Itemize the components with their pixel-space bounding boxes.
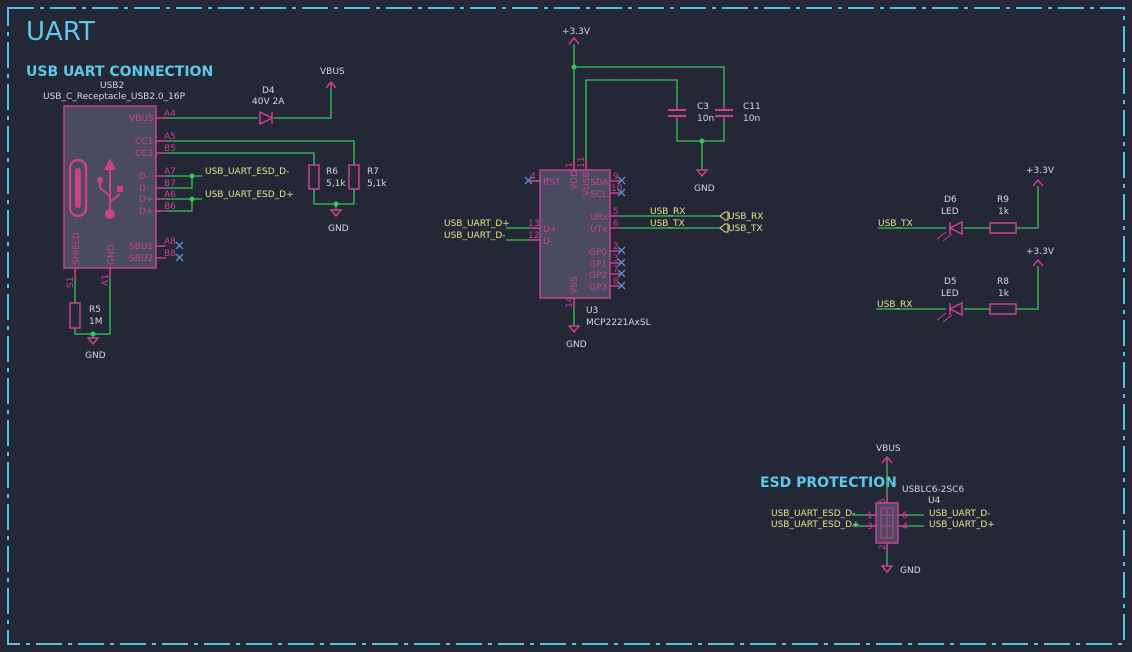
usb2-pin-cc2: CC2 (135, 149, 153, 159)
power-vbus-label: VBUS (320, 67, 345, 77)
u3-pin-num-dplus: 13 (528, 219, 539, 229)
net-label-usb-uart-dm-u3[interactable]: USB_UART_D- (444, 231, 506, 241)
net-label-usb-uart-dm-u4[interactable]: USB_UART_D- (929, 509, 991, 519)
power-vbus-esd-label: VBUS (876, 444, 901, 454)
usb2-pin-dm-b: D- (139, 184, 149, 194)
usb2-pin-num-b8: B8 (164, 249, 176, 259)
u3-pin-gp3: GP3 (589, 283, 607, 293)
u3-pin-gp1: GP1 (589, 260, 607, 270)
gnd-label-r6r7: GND (328, 224, 349, 234)
u3-pin-num-vusb: 11 (577, 157, 587, 168)
u3-pin-num-urx: 5 (613, 207, 619, 217)
u3-pin-num-utx: 6 (613, 219, 619, 229)
u4-pin-num-2: 2 (878, 544, 888, 550)
c11-value: 10n (743, 114, 760, 124)
u4-pin-num-5: 5 (878, 498, 888, 504)
section-title-usb: USB UART CONNECTION (26, 64, 213, 80)
usb2-pin-gnd: GND (107, 244, 117, 265)
usb2-pin-num-a8: A8 (164, 237, 176, 247)
u4-pin-num-6: 6 (902, 511, 908, 521)
net-label-usb-uart-dp-u4[interactable]: USB_UART_D+ (929, 520, 995, 530)
net-label-usb-tx-led[interactable]: USB_TX (878, 219, 913, 229)
gnd-label-u3: GND (566, 340, 587, 350)
power-3v3-d5-label: +3.3V (1026, 247, 1055, 257)
u3-pin-num-vss: 14 (565, 296, 575, 308)
u3-pin-urx: URx (590, 213, 609, 223)
u4-value: USBLC6-2SC6 (902, 485, 964, 495)
u3-pin-num-vdd: 1 (565, 162, 575, 168)
r7-ref: R7 (367, 167, 379, 177)
gnd-label-r5: GND (85, 351, 106, 361)
usb2-pin-dm-a: D- (139, 172, 149, 182)
u3-pin-num-rst: 4 (530, 172, 536, 182)
u3-pin-vss: VSS (570, 276, 580, 294)
gnd-label-esd: GND (900, 566, 921, 576)
u3-pin-dminus: D- (543, 237, 553, 247)
r7-value: 5,1k (367, 179, 387, 189)
usb2-pin-vbus: VBUS (129, 114, 154, 124)
d5-ref: D5 (944, 277, 957, 287)
hier-label-usb-tx-text: USB_TX (728, 224, 763, 234)
r5-ref: R5 (89, 305, 101, 315)
usb2-pin-cc1: CC1 (135, 137, 153, 147)
section-title-esd: ESD PROTECTION (760, 475, 897, 491)
u4-pin-num-3: 3 (867, 522, 873, 532)
d5-value: LED (941, 289, 959, 299)
net-label-usb-rx[interactable]: USB_RX (650, 207, 685, 217)
u3-value: MCP2221AxSL (586, 318, 651, 328)
sheet-title: UART (26, 17, 95, 47)
d6-value: LED (941, 207, 959, 217)
net-label-usb-uart-esd-dm[interactable]: USB_UART_ESD_D- (205, 167, 289, 177)
power-3v3-d6-label: +3.3V (1026, 166, 1055, 176)
u3-pin-vdd: VDD (570, 170, 580, 190)
usb2-pin-sbu2: SBU2 (129, 254, 153, 264)
u3-pin-scl: SCL (590, 190, 607, 200)
usb2-value: USB_C_Receptacle_USB2.0_16P (43, 92, 186, 102)
usb2-pin-dp-a: D+ (139, 195, 153, 205)
net-label-usb-tx[interactable]: USB_TX (650, 219, 685, 229)
d6-ref: D6 (944, 195, 957, 205)
u3-pin-gp2: GP2 (589, 271, 607, 281)
net-label-esd-dm-u4[interactable]: USB_UART_ESD_D- (771, 509, 855, 519)
u3-pin-rst: RST (543, 178, 561, 188)
r9-value: 1k (998, 207, 1010, 217)
net-label-usb-uart-esd-dp[interactable]: USB_UART_ESD_D+ (205, 190, 294, 200)
u3-pin-dplus: D+ (543, 225, 557, 235)
power-3v3-u3-label: +3.3V (562, 27, 591, 37)
net-label-esd-dp-u4[interactable]: USB_UART_ESD_D+ (771, 520, 860, 530)
u4-ref: U4 (928, 496, 941, 506)
c3-value: 10n (697, 114, 714, 124)
u3-pin-utx: UTx (590, 225, 608, 235)
hier-label-usb-rx-text: USB_RX (728, 212, 763, 222)
usb-c-connector[interactable]: USB2 USB_C_Receptacle_USB2.0_16P VBUS CC… (43, 81, 186, 288)
u3-ref: U3 (586, 306, 598, 316)
u3-pin-sda: SDA (590, 178, 609, 188)
c3-ref: C3 (697, 102, 709, 112)
r6-ref: R6 (326, 167, 338, 177)
net-label-usb-rx-led[interactable]: USB_RX (877, 300, 912, 310)
c11-ref: C11 (743, 102, 761, 112)
u3-pin-num-dminus: 12 (528, 231, 539, 241)
u4-pin-num-1: 1 (867, 511, 873, 521)
u3-pin-num-gp2: 7 (613, 265, 619, 275)
r6-value: 5,1k (326, 179, 346, 189)
r5-value: 1M (89, 317, 103, 327)
usb2-ref: USB2 (100, 81, 124, 91)
usb2-pin-shield: SHIELD (72, 232, 82, 265)
r8-ref: R8 (997, 277, 1009, 287)
u4-pin-num-4: 4 (902, 522, 908, 532)
usb2-pin-sbu1: SBU1 (129, 242, 153, 252)
r9-ref: R9 (997, 195, 1009, 205)
u3-pin-num-gp1: 3 (613, 254, 619, 264)
usb2-pin-dp-b: D+ (139, 207, 153, 217)
d4-value: 40V 2A (252, 97, 285, 107)
r8-value: 1k (998, 289, 1010, 299)
schematic-sheet: UART USB UART CONNECTION ESD PROTECTION … (0, 0, 1132, 652)
gnd-label-caps: GND (694, 184, 715, 194)
u3-pin-num-gp0: 2 (613, 242, 619, 252)
u3-pin-gp0: GP0 (589, 248, 607, 258)
net-label-usb-uart-dp-u3[interactable]: USB_UART_D+ (444, 219, 510, 229)
d4-ref: D4 (262, 86, 275, 96)
